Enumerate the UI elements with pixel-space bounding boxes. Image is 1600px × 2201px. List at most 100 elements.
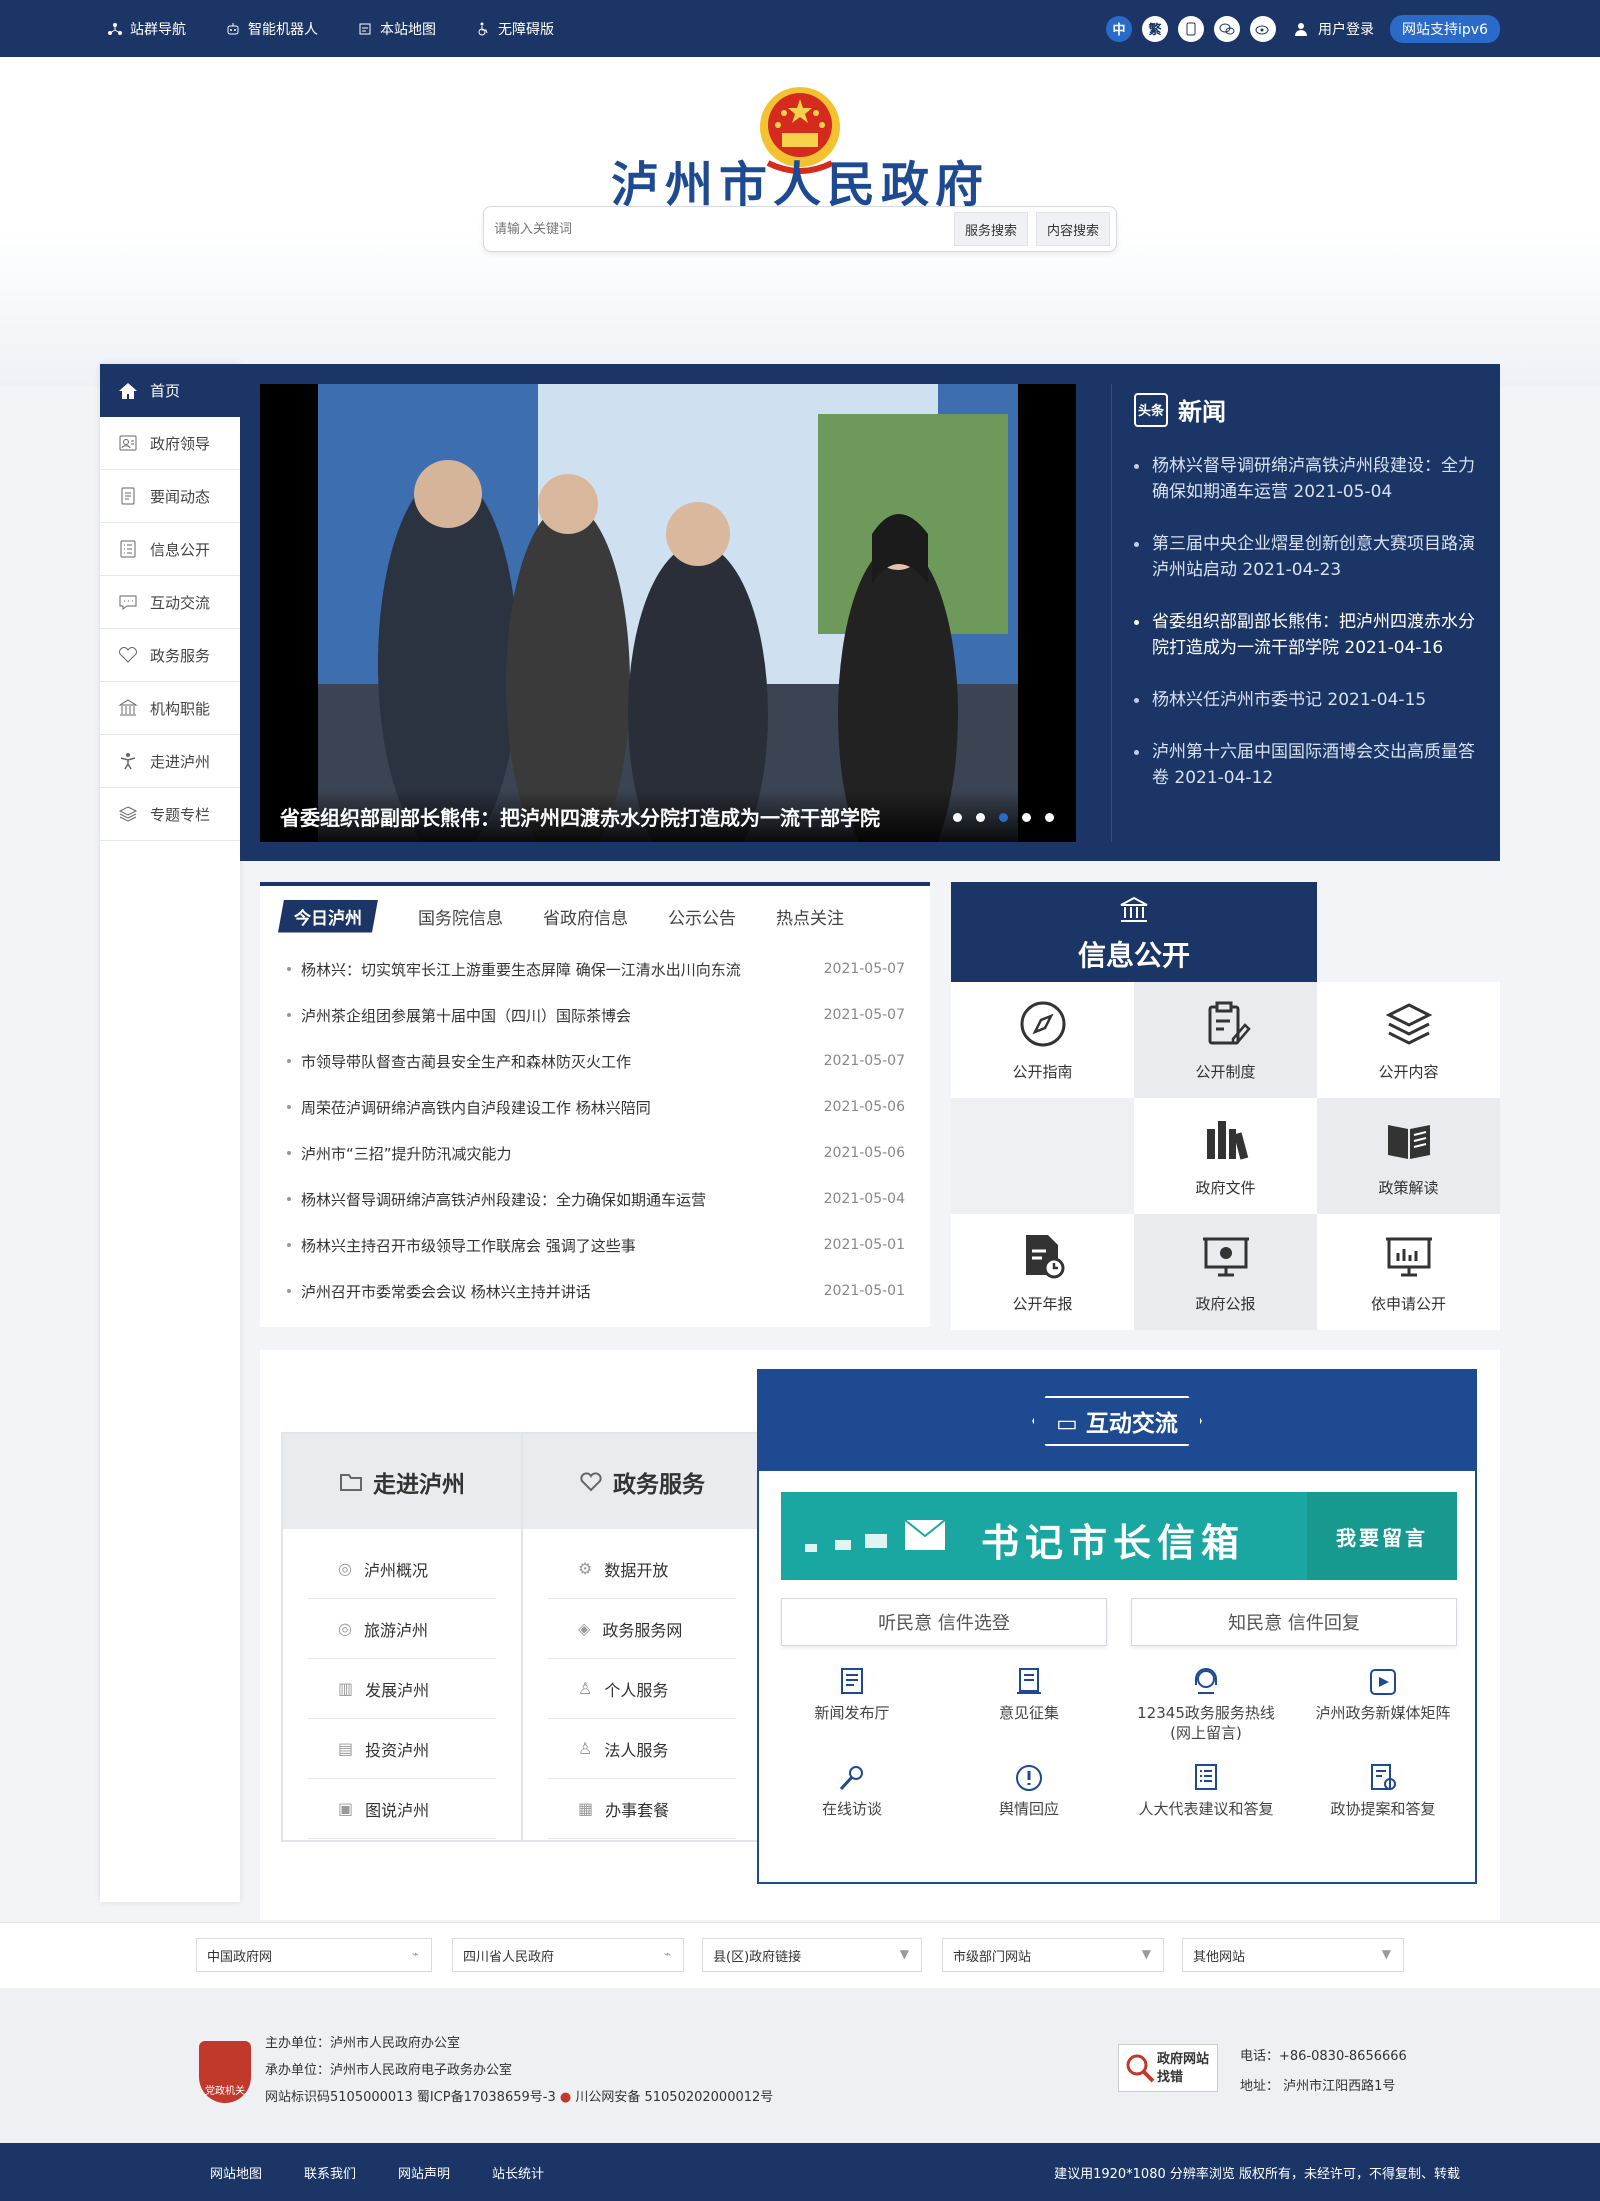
- opinion-collection-button[interactable]: 意见征集: [944, 1667, 1114, 1723]
- content-search-button[interactable]: 内容搜索: [1036, 212, 1111, 246]
- news-item[interactable]: 杨林兴督导调研绵泸高铁泸州段建设：全力确保如期通车运营 2021-05-04: [1132, 453, 1481, 505]
- list-item[interactable]: 杨林兴：切实筑牢长江上游重要生态屏障 确保一江清水出川向东流 2021-05-07: [285, 946, 905, 992]
- sidebar-item-leaders[interactable]: 政府领导: [100, 417, 240, 470]
- lang-traditional-button[interactable]: 繁: [1142, 15, 1169, 42]
- link-select-other-sites[interactable]: 其他网站 ▼: [1182, 1938, 1404, 1972]
- tab-provincial-gov[interactable]: 省政府信息: [543, 904, 628, 929]
- npc-suggestions-button[interactable]: 人大代表建议和答复: [1121, 1763, 1291, 1819]
- accessibility-link[interactable]: 无障碍版: [476, 19, 554, 39]
- open-rules-button[interactable]: 公开制度: [1134, 982, 1317, 1098]
- tab-announcements[interactable]: 公示公告: [668, 904, 736, 929]
- list-item-development[interactable]: ▥ 发展泸州: [308, 1659, 496, 1719]
- top-bar: 站群导航 智能机器人 本站地图 无障碍版 中 繁 用户登录 网站支持ipv6: [0, 0, 1600, 57]
- gov-documents-button[interactable]: 政府文件: [1134, 1098, 1317, 1214]
- list-item[interactable]: 泸州召开市委常委会会议 杨林兴主持并讲话 2021-05-01: [285, 1268, 905, 1314]
- footer-police-record[interactable]: 川公网安备 51050202000012号: [575, 2090, 773, 2105]
- find-error-button[interactable]: 政府网站 找错: [1118, 2044, 1218, 2092]
- sitemap-link[interactable]: 本站地图: [358, 19, 436, 39]
- mobile-icon[interactable]: [1178, 15, 1205, 42]
- list-item-corporate-service[interactable]: ♙ 法人服务: [548, 1719, 736, 1779]
- gov-services-header[interactable]: 政务服务: [523, 1434, 761, 1529]
- sidebar: 首页 政府领导 要闻动态 信息公开 互动交流 政务服务 机构职能 走进泸州 专题…: [100, 364, 240, 1902]
- bottom-link-statement[interactable]: 网站声明: [398, 2163, 450, 2182]
- list-item-personal-service[interactable]: ♙ 个人服务: [548, 1659, 736, 1719]
- public-opinion-response-button[interactable]: 舆情回应: [944, 1763, 1114, 1819]
- link-select-sichuan-gov[interactable]: 四川省人民政府 ⌁: [452, 1938, 684, 1972]
- party-gov-badge[interactable]: 党政机关: [199, 2041, 251, 2103]
- list-item[interactable]: 杨林兴主持召开市级领导工作联席会 强调了这些事 2021-05-01: [285, 1222, 905, 1268]
- annual-report-button[interactable]: 公开年报: [951, 1214, 1134, 1330]
- sidebar-item-news[interactable]: 要闻动态: [100, 470, 240, 523]
- tab-hot-topics[interactable]: 热点关注: [776, 904, 844, 929]
- policy-interpretation-button[interactable]: 政策解读: [1317, 1098, 1500, 1214]
- tab-state-council[interactable]: 国务院信息: [418, 904, 503, 929]
- list-item-tourism[interactable]: ◎ 旅游泸州: [308, 1599, 496, 1659]
- news-item[interactable]: 泸州第十六届中国国际酒博会交出高质量答卷 2021-04-12: [1132, 739, 1481, 791]
- sidebar-item-topics[interactable]: 专题专栏: [100, 788, 240, 841]
- lang-simplified-button[interactable]: 中: [1106, 15, 1133, 42]
- sidebar-item-about-luzhou[interactable]: 走进泸州: [100, 735, 240, 788]
- list-item-open-data[interactable]: ⚙ 数据开放: [548, 1539, 736, 1599]
- sidebar-item-info-open[interactable]: 信息公开: [100, 523, 240, 576]
- sidebar-item-home[interactable]: 首页: [100, 364, 240, 417]
- link-select-central-gov[interactable]: 中国政府网 ⌁: [196, 1938, 432, 1972]
- footer-organizer: 承办单位：泸州市人民政府电子政务办公室: [265, 2063, 513, 2078]
- interaction-panel: ▭ 互动交流 书记市长信箱 我要留言 听民意 信件选登 知民意 信件回复 新闻发…: [757, 1369, 1477, 1884]
- mayor-mailbox-banner[interactable]: 书记市长信箱 我要留言: [781, 1492, 1457, 1580]
- robot-link[interactable]: 智能机器人: [226, 19, 318, 39]
- carousel-dot[interactable]: [1022, 813, 1031, 822]
- press-hall-button[interactable]: 新闻发布厅: [767, 1667, 937, 1723]
- link-select-city-depts[interactable]: 市级部门网站 ▼: [942, 1938, 1164, 1972]
- sidebar-item-interaction[interactable]: 互动交流: [100, 576, 240, 629]
- know-public-opinion-button[interactable]: 知民意 信件回复: [1131, 1598, 1457, 1646]
- list-item[interactable]: 市领导带队督查古蔺县安全生产和森林防灭火工作 2021-05-07: [285, 1038, 905, 1084]
- open-content-button[interactable]: 公开内容: [1317, 982, 1500, 1098]
- hotline-12345-button[interactable]: 12345政务服务热线(网上留言): [1121, 1667, 1291, 1743]
- gov-gazette-button[interactable]: 政府公报: [1134, 1214, 1317, 1330]
- news-photo-carousel[interactable]: 省委组织部副部长熊伟：把泸州四渡赤水分院打造成为一流干部学院: [260, 384, 1076, 842]
- list-item[interactable]: 泸州茶企组团参展第十届中国（四川）国际茶博会 2021-05-07: [285, 992, 905, 1038]
- news-title[interactable]: 新闻: [1178, 392, 1226, 427]
- carousel-dot[interactable]: [976, 813, 985, 822]
- sidebar-item-services[interactable]: 政务服务: [100, 629, 240, 682]
- open-guide-button[interactable]: 公开指南: [951, 982, 1134, 1098]
- apply-disclosure-button[interactable]: 依申请公开: [1317, 1214, 1500, 1330]
- listen-public-opinion-button[interactable]: 听民意 信件选登: [781, 1598, 1107, 1646]
- bottom-link-sitemap[interactable]: 网站地图: [210, 2163, 262, 2182]
- list-item-service-network[interactable]: ◈ 政务服务网: [548, 1599, 736, 1659]
- info-disclosure-title: 信息公开: [1077, 939, 1190, 972]
- bottom-link-contact[interactable]: 联系我们: [304, 2163, 356, 2182]
- search-input[interactable]: [494, 213, 934, 245]
- sidebar-item-label: 互动交流: [150, 593, 211, 612]
- info-disclosure-header[interactable]: 信息公开: [951, 882, 1317, 982]
- carousel-dot[interactable]: [1045, 813, 1054, 822]
- new-media-matrix-button[interactable]: 泸州政务新媒体矩阵: [1298, 1667, 1468, 1723]
- list-item-overview[interactable]: ◎ 泸州概况: [308, 1539, 496, 1599]
- bottom-link-stats[interactable]: 站长统计: [492, 2163, 544, 2182]
- news-item[interactable]: 第三届中央企业熠星创新创意大赛项目路演泸州站启动 2021-04-23: [1132, 531, 1481, 583]
- list-item[interactable]: 杨林兴督导调研绵泸高铁泸州段建设：全力确保如期通车运营 2021-05-04: [285, 1176, 905, 1222]
- interaction-title-button[interactable]: ▭ 互动交流: [1032, 1396, 1202, 1446]
- site-group-nav-link[interactable]: 站群导航: [108, 19, 186, 39]
- service-search-button[interactable]: 服务搜索: [954, 212, 1029, 246]
- list-item-pictures[interactable]: ▣ 图说泸州: [308, 1779, 496, 1839]
- leave-message-button[interactable]: 我要留言: [1307, 1492, 1457, 1580]
- list-item[interactable]: 周荣莅泸调研绵泸高铁内自泸段建设工作 杨林兴陪同 2021-05-06: [285, 1084, 905, 1130]
- carousel-dot[interactable]: [953, 813, 962, 822]
- login-link[interactable]: 用户登录: [1318, 19, 1374, 39]
- tab-today-luzhou[interactable]: 今日泸州: [278, 899, 378, 933]
- sidebar-item-agencies[interactable]: 机构职能: [100, 682, 240, 735]
- news-item-active[interactable]: 省委组织部副部长熊伟：把泸州四渡赤水分院打造成为一流干部学院 2021-04-1…: [1132, 609, 1481, 661]
- list-item[interactable]: 泸州市“三招”提升防汛减灾能力 2021-05-06: [285, 1130, 905, 1176]
- wechat-icon[interactable]: [1214, 15, 1241, 42]
- link-select-label: 四川省人民政府: [463, 1949, 555, 1965]
- link-select-county-gov[interactable]: 县(区)政府链接 ▼: [702, 1938, 922, 1972]
- carousel-dot-active[interactable]: [999, 813, 1008, 822]
- news-item[interactable]: 杨林兴任泸州市委书记 2021-04-15: [1132, 687, 1481, 713]
- list-item-service-package[interactable]: ▦ 办事套餐: [548, 1779, 736, 1839]
- cppcc-proposals-button[interactable]: 政协提案和答复: [1298, 1763, 1468, 1819]
- list-item-investment[interactable]: ▤ 投资泸州: [308, 1719, 496, 1779]
- about-luzhou-header[interactable]: 走进泸州: [283, 1434, 521, 1529]
- online-interview-button[interactable]: 在线访谈: [767, 1763, 937, 1819]
- weibo-icon[interactable]: [1250, 15, 1277, 42]
